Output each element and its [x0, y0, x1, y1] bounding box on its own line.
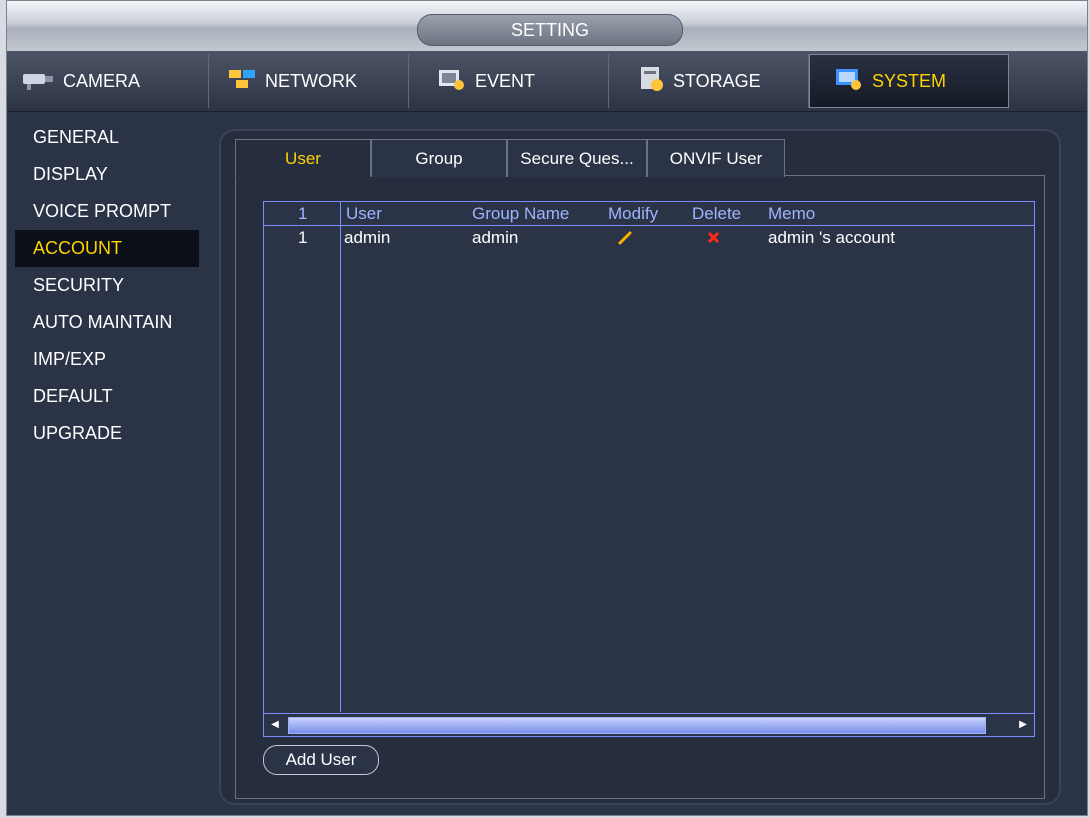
sidebar-item-display[interactable]: DISPLAY: [15, 156, 199, 193]
title-bar: SETTING: [7, 1, 1087, 52]
user-table: 1 User Group Name Modify Delete Memo 1 a…: [263, 201, 1035, 737]
event-icon: [437, 67, 467, 96]
sidebar-item-label: UPGRADE: [33, 423, 123, 443]
scroll-left-icon[interactable]: ◀: [266, 716, 284, 734]
row-memo: admin 's account: [768, 228, 896, 247]
table-row[interactable]: 1 admin admin admin 's account: [264, 227, 1034, 249]
tab-storage-label: STORAGE: [673, 70, 761, 91]
tab-system-label: SYSTEM: [872, 70, 947, 91]
header-user: User: [346, 204, 382, 223]
tab-network-label: NETWORK: [265, 70, 357, 91]
tab-system[interactable]: SYSTEM: [809, 54, 1009, 108]
sidebar-item-label: DEFAULT: [33, 386, 113, 406]
x-icon[interactable]: [704, 227, 724, 249]
sidebar-item-voice-prompt[interactable]: VOICE PROMPT: [15, 193, 199, 230]
header-group-name: Group Name: [472, 204, 570, 223]
scrollbar-thumb[interactable]: [288, 717, 986, 734]
sidebar-item-default[interactable]: DEFAULT: [15, 378, 199, 415]
subtab-user[interactable]: User: [235, 139, 371, 177]
subtab-secure-questions[interactable]: Secure Ques...: [507, 139, 647, 177]
sidebar-item-label: IMP/EXP: [33, 349, 107, 369]
row-user: admin: [344, 228, 391, 247]
sidebar-item-label: GENERAL: [33, 127, 120, 147]
row-index: 1: [298, 228, 308, 247]
header-delete: Delete: [692, 204, 742, 223]
sidebar-item-auto-maintain[interactable]: AUTO MAINTAIN: [15, 304, 199, 341]
pencil-icon[interactable]: [616, 227, 636, 249]
tab-storage[interactable]: STORAGE: [609, 54, 809, 108]
header-index: 1: [298, 204, 308, 223]
network-icon: [227, 68, 257, 95]
sidebar-item-label: ACCOUNT: [33, 238, 122, 258]
sidebar-item-imp-exp[interactable]: IMP/EXP: [15, 341, 199, 378]
add-user-button[interactable]: Add User: [263, 745, 379, 775]
scroll-right-icon[interactable]: ▶: [1014, 716, 1032, 734]
sidebar-item-account[interactable]: ACCOUNT: [15, 230, 199, 267]
table-header: 1 User Group Name Modify Delete Memo: [264, 203, 1034, 226]
subtab-onvif-user[interactable]: ONVIF User: [647, 139, 785, 177]
sidebar-item-label: SECURITY: [33, 275, 125, 295]
subtab-group[interactable]: Group: [371, 139, 507, 177]
sidebar: GENERAL DISPLAY VOICE PROMPT ACCOUNT SEC…: [15, 119, 199, 452]
sidebar-item-upgrade[interactable]: UPGRADE: [15, 415, 199, 452]
tab-event-label: EVENT: [475, 70, 536, 91]
tab-camera-label: CAMERA: [63, 70, 141, 91]
storage-icon: [637, 65, 665, 98]
column-divider: [340, 202, 341, 712]
tab-network[interactable]: NETWORK: [209, 54, 409, 108]
tab-event[interactable]: EVENT: [409, 54, 609, 108]
window-title: SETTING: [417, 14, 683, 46]
row-group: admin: [472, 228, 519, 247]
header-modify: Modify: [608, 204, 659, 223]
sidebar-item-label: DISPLAY: [33, 164, 108, 184]
account-panel: User Group Secure Ques... ONVIF User 1 U…: [219, 129, 1061, 805]
top-navigation: CAMERA NETWORK EVENT STORAGE SYSTEM: [7, 51, 1087, 112]
sidebar-item-security[interactable]: SECURITY: [15, 267, 199, 304]
sidebar-item-label: VOICE PROMPT: [33, 201, 172, 221]
sidebar-item-general[interactable]: GENERAL: [15, 119, 199, 156]
camera-icon: [21, 68, 55, 95]
horizontal-scrollbar[interactable]: ◀ ▶: [264, 713, 1034, 736]
settings-window: SETTING CAMERA NETWORK EVENT STORAGE SYS…: [6, 0, 1088, 816]
tab-camera[interactable]: CAMERA: [9, 54, 209, 108]
sidebar-item-label: AUTO MAINTAIN: [33, 312, 173, 332]
system-icon: [834, 67, 864, 96]
header-memo: Memo: [768, 204, 816, 223]
